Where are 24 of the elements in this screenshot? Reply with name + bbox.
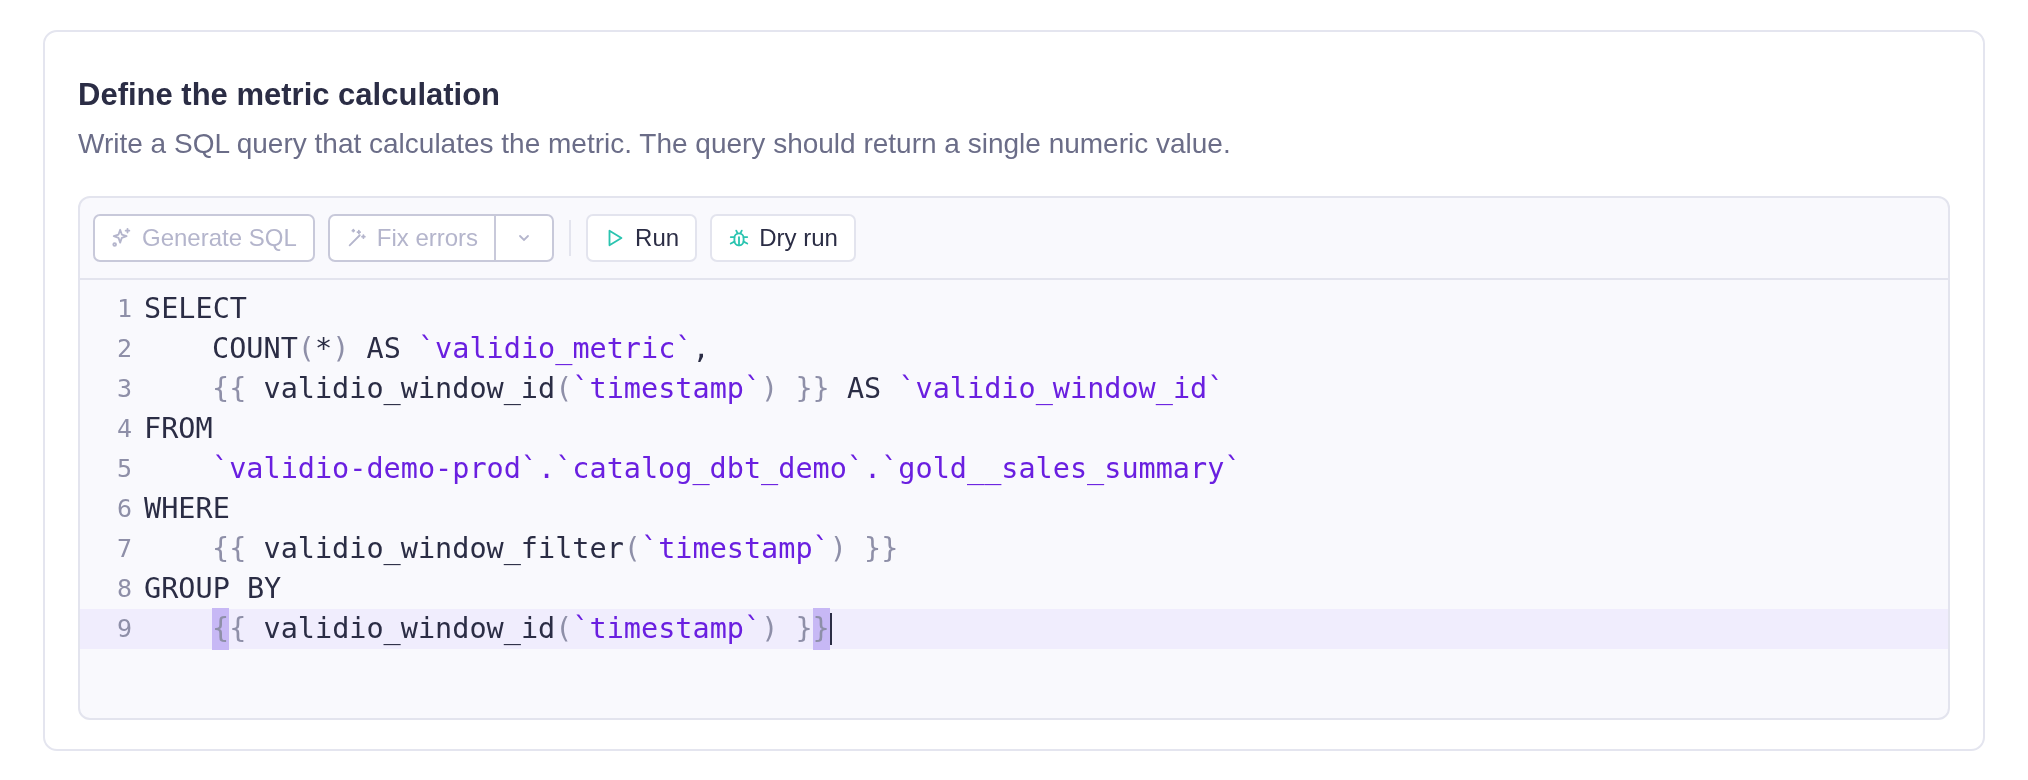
section-description: Write a SQL query that calculates the metric. The query should return a single numeric value. bbox=[78, 127, 1232, 161]
line-number: 2 bbox=[115, 333, 133, 366]
line-number: 6 bbox=[115, 493, 133, 526]
code-line: {{ validio_window_filter(`timestamp`) }} bbox=[212, 530, 899, 567]
line-number: 4 bbox=[115, 413, 133, 446]
line-number: 8 bbox=[115, 573, 133, 606]
bug-icon bbox=[728, 227, 751, 249]
code-line: SELECT bbox=[144, 290, 247, 327]
code-line: GROUP BY bbox=[144, 570, 282, 607]
line-number: 5 bbox=[115, 453, 133, 486]
code-line: COUNT(*) AS `validio_metric`, bbox=[212, 330, 710, 367]
line-number: 9 bbox=[115, 613, 133, 646]
code-line: {{ validio_window_id(`timestamp`) }} bbox=[212, 607, 830, 651]
sparkle-icon bbox=[111, 227, 133, 249]
line-number: 1 bbox=[115, 293, 133, 326]
line-number: 7 bbox=[115, 533, 133, 566]
code-line: {{ validio_window_id(`timestamp`) }} AS `validio_window_id` bbox=[212, 370, 1225, 407]
section-title: Define the metric calculation bbox=[78, 77, 502, 113]
line-number: 3 bbox=[115, 373, 133, 406]
toolbar-button[interactable]: Dry run bbox=[710, 214, 856, 262]
code-line: `validio-demo-prod`.`catalog_dbt_demo`.`gold__sales_summary` bbox=[212, 450, 1242, 487]
toolbar-button[interactable]: Run bbox=[586, 214, 698, 262]
code-line: FROM bbox=[144, 410, 213, 447]
code-line: WHERE bbox=[144, 490, 230, 527]
